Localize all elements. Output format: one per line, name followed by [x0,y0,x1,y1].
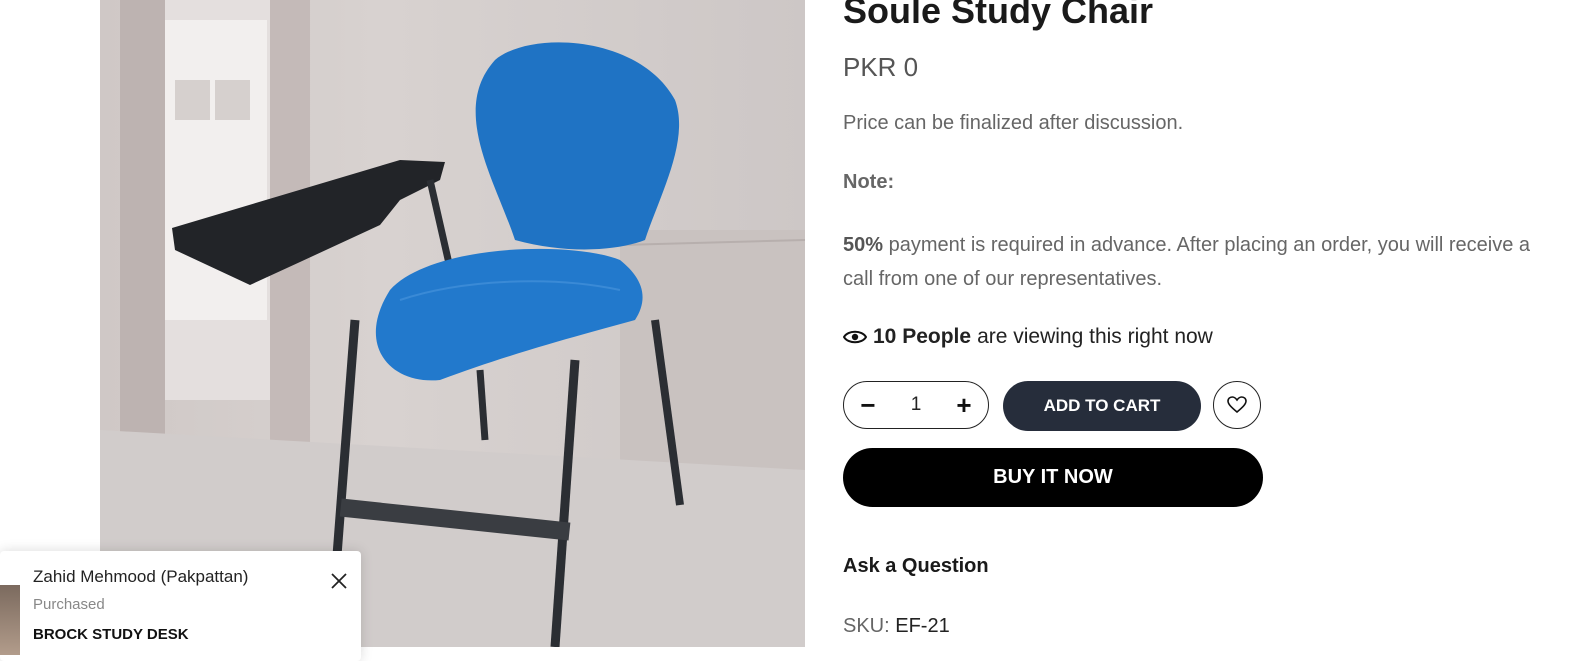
product-image[interactable] [100,0,805,647]
quantity-decrease-button[interactable]: − [858,390,878,421]
purchased-product[interactable]: BROCK STUDY DESK [33,626,189,643]
sku-label: SKU: [843,615,890,637]
viewers-indicator: 10 People are viewing this right now [843,325,1213,349]
sku-value: EF-21 [895,615,950,637]
chair-illustration [100,0,805,647]
close-icon[interactable] [329,571,349,591]
heart-icon [1227,396,1247,414]
purchase-thumbnail [0,585,20,655]
product-price: PKR 0 [843,52,919,82]
advance-percent: 50% [843,234,884,256]
purchase-notification[interactable]: Zahid Mehmood (Pakpattan) Purchased BROC… [0,551,361,661]
advance-text: payment is required in advance. After pl… [843,234,1531,290]
viewers-count: 10 People [873,325,972,348]
add-to-cart-button[interactable]: ADD TO CART [1003,381,1201,431]
price-note: Price can be finalized after discussion. [843,112,1184,134]
quantity-value[interactable]: 1 [911,394,922,416]
purchase-status: Purchased [33,596,105,613]
product-title: Soule Study Chair [843,0,1154,31]
sku: SKU: EF-21 [843,615,950,638]
viewers-text: are viewing this right now [977,325,1213,348]
wishlist-button[interactable] [1213,381,1261,429]
ask-question-link[interactable]: Ask a Question [843,555,989,578]
note-label: Note: [843,171,895,193]
buyer-name: Zahid Mehmood (Pakpattan) [33,567,249,586]
buy-now-button[interactable]: BUY IT NOW [843,448,1263,507]
quantity-increase-button[interactable]: + [954,390,974,421]
advance-payment-note: 50% payment is required in advance. Afte… [843,228,1533,296]
quantity-stepper[interactable]: − 1 + [843,381,989,429]
eye-icon [843,330,867,344]
